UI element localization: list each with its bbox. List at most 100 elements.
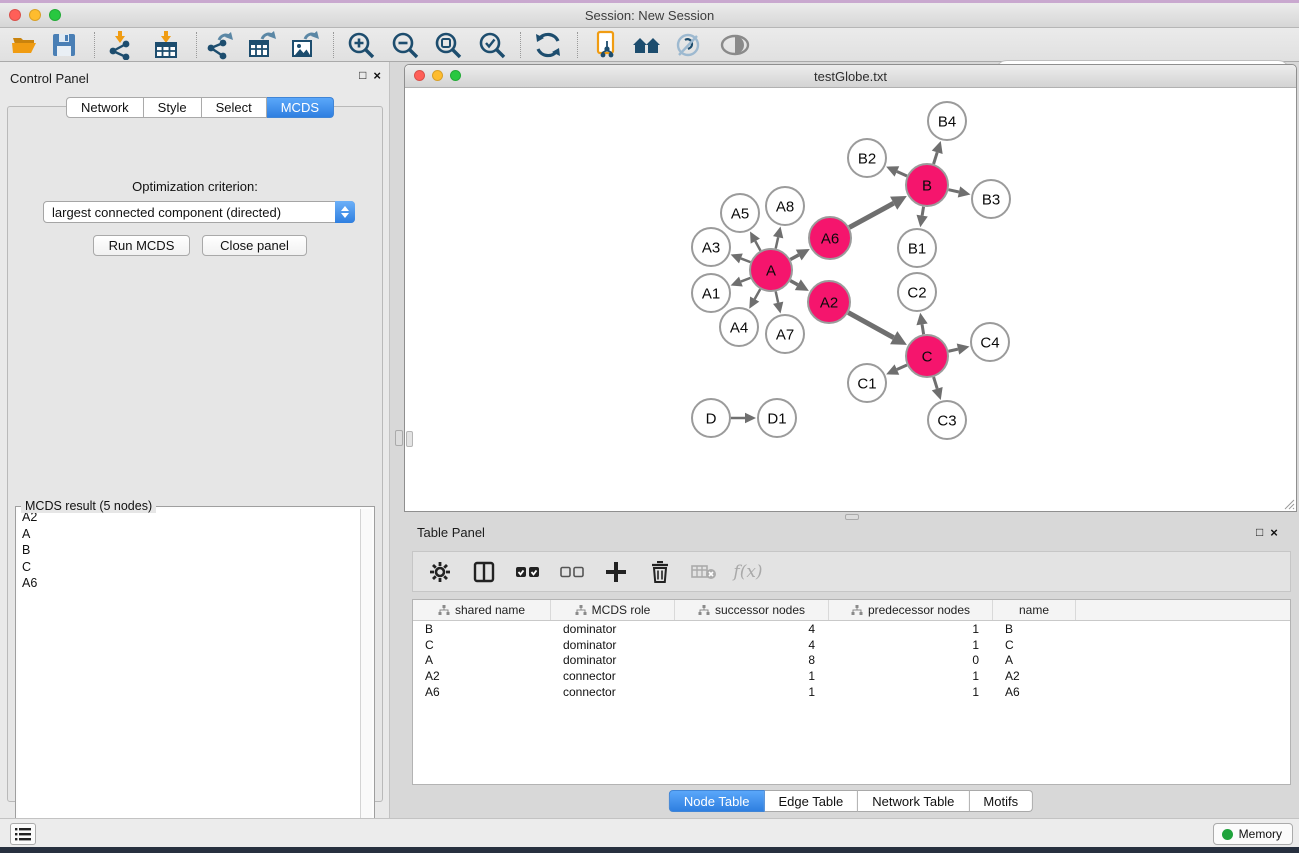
zoom-out-icon[interactable]: [388, 31, 422, 59]
float-table-panel-icon[interactable]: □: [1256, 525, 1263, 540]
close-panel-button[interactable]: Close panel: [202, 235, 307, 256]
show-graphics-details-icon[interactable]: [718, 31, 752, 59]
mcds-result-item[interactable]: B: [18, 542, 360, 559]
run-mcds-button[interactable]: Run MCDS: [93, 235, 190, 256]
mcds-result-scrollbar[interactable]: [360, 509, 372, 838]
network-canvas[interactable]: AA1A2A3A4A5A6A7A8BB1B2B3B4CC1C2C3C4DD1: [405, 88, 1296, 511]
table-settings-icon[interactable]: [427, 559, 453, 585]
tab-style[interactable]: Style: [144, 97, 202, 118]
graph-edge-B-B3[interactable]: [948, 190, 958, 192]
deselect-all-icon[interactable]: [559, 559, 585, 585]
tab-mcds[interactable]: MCDS: [267, 97, 334, 118]
graph-edge-A6-B[interactable]: [849, 203, 893, 227]
delete-row-icon[interactable]: [647, 559, 673, 585]
graph-node-D1[interactable]: D1: [758, 399, 796, 437]
graph-edge-B-B2[interactable]: [897, 171, 907, 176]
zoom-fit-icon[interactable]: [431, 31, 465, 59]
main-titlebar[interactable]: Session: New Session: [0, 3, 1299, 28]
import-table-icon[interactable]: [149, 31, 183, 59]
graph-node-C2[interactable]: C2: [898, 273, 936, 311]
graph-node-A4[interactable]: A4: [720, 308, 758, 346]
graph-edge-A-A2[interactable]: [790, 281, 798, 285]
graph-edge-C-C4[interactable]: [948, 349, 958, 351]
zoom-selected-icon[interactable]: [475, 31, 509, 59]
graph-node-C1[interactable]: C1: [848, 364, 886, 402]
vertical-split-handle[interactable]: [395, 430, 403, 446]
toggle-bird-view-icon[interactable]: [671, 31, 705, 59]
graph-node-C4[interactable]: C4: [971, 323, 1009, 361]
memory-button[interactable]: Memory: [1213, 823, 1293, 845]
graph-node-B1[interactable]: B1: [898, 229, 936, 267]
export-table-icon[interactable]: [244, 31, 278, 59]
criterion-dropdown[interactable]: largest connected component (directed): [43, 201, 355, 223]
mcds-result-item[interactable]: A6: [18, 575, 360, 592]
show-columns-icon[interactable]: [471, 559, 497, 585]
zoom-in-icon[interactable]: [344, 31, 378, 59]
graph-edge-A-A3[interactable]: [741, 258, 751, 262]
graph-node-A[interactable]: A: [750, 249, 792, 291]
task-history-button[interactable]: [10, 823, 36, 845]
graph-node-A2[interactable]: A2: [808, 281, 850, 323]
tab-network-table[interactable]: Network Table: [858, 790, 969, 812]
graph-edge-A2-C[interactable]: [848, 313, 893, 338]
export-network-icon[interactable]: [202, 31, 236, 59]
graph-edge-B-B4[interactable]: [934, 152, 938, 164]
tab-node-table[interactable]: Node Table: [669, 790, 765, 812]
graph-node-B3[interactable]: B3: [972, 180, 1010, 218]
column-header-name[interactable]: name: [993, 600, 1076, 620]
graph-edge-A-A6[interactable]: [790, 255, 798, 260]
graph-edge-C-C1[interactable]: [897, 365, 907, 370]
save-session-icon[interactable]: [47, 31, 81, 59]
table-row[interactable]: Cdominator41C: [413, 637, 1290, 653]
open-session-icon[interactable]: [7, 31, 41, 59]
table-row[interactable]: Bdominator41B: [413, 621, 1290, 637]
close-table-panel-icon[interactable]: ×: [1270, 525, 1278, 540]
table-row[interactable]: A6connector11A6: [413, 684, 1290, 700]
graph-node-B2[interactable]: B2: [848, 139, 886, 177]
import-network-icon[interactable]: [103, 31, 137, 59]
table-row[interactable]: A2connector11A2: [413, 668, 1290, 684]
close-panel-icon[interactable]: ×: [373, 68, 381, 83]
float-panel-icon[interactable]: □: [359, 68, 366, 83]
clone-network-icon[interactable]: [589, 31, 623, 59]
column-header-successor-nodes[interactable]: successor nodes: [675, 600, 829, 620]
tab-edge-table[interactable]: Edge Table: [764, 790, 858, 812]
network-view-window[interactable]: testGlobe.txt AA1A2A3A4A5A6A7A8BB1B2B3B4…: [404, 64, 1297, 512]
horizontal-split-handle[interactable]: [845, 514, 859, 520]
mcds-result-item[interactable]: C: [18, 559, 360, 576]
graph-edge-B-B1[interactable]: [922, 207, 923, 216]
window-resize-grip[interactable]: [1283, 498, 1295, 510]
graph-node-A8[interactable]: A8: [766, 187, 804, 225]
graph-edge-A-A7[interactable]: [776, 291, 778, 302]
graph-edge-C-C2[interactable]: [922, 324, 924, 334]
tab-motifs[interactable]: Motifs: [969, 790, 1033, 812]
export-image-icon[interactable]: [287, 31, 321, 59]
graph-node-C[interactable]: C: [906, 335, 948, 377]
graph-edge-A-A1[interactable]: [741, 278, 751, 282]
graph-edge-A-A5[interactable]: [755, 241, 760, 251]
graph-node-A6[interactable]: A6: [809, 217, 851, 259]
graph-node-D[interactable]: D: [692, 399, 730, 437]
graph-edge-A-A4[interactable]: [755, 289, 761, 299]
graph-node-A7[interactable]: A7: [766, 315, 804, 353]
graph-edge-A-A8[interactable]: [776, 237, 778, 248]
tab-network[interactable]: Network: [66, 97, 144, 118]
column-header-mcds-role[interactable]: MCDS role: [551, 600, 675, 620]
home-icon[interactable]: [630, 31, 664, 59]
graph-node-B4[interactable]: B4: [928, 102, 966, 140]
add-row-icon[interactable]: [603, 559, 629, 585]
table-row[interactable]: Adominator80A: [413, 652, 1290, 668]
column-header-predecessor-nodes[interactable]: predecessor nodes: [829, 600, 993, 620]
network-vertical-scrollbar[interactable]: [406, 431, 413, 447]
refresh-layout-icon[interactable]: [531, 31, 565, 59]
tab-select[interactable]: Select: [202, 97, 267, 118]
graph-node-B[interactable]: B: [906, 164, 948, 206]
graph-node-A5[interactable]: A5: [721, 194, 759, 232]
mcds-result-item[interactable]: A: [18, 526, 360, 543]
graph-node-A1[interactable]: A1: [692, 274, 730, 312]
graph-edge-C-C3[interactable]: [934, 377, 938, 389]
column-header-shared-name[interactable]: shared name: [413, 600, 551, 620]
network-window-titlebar[interactable]: testGlobe.txt: [405, 65, 1296, 88]
graph-node-C3[interactable]: C3: [928, 401, 966, 439]
mcds-result-list[interactable]: A2ABCA6: [18, 509, 360, 838]
